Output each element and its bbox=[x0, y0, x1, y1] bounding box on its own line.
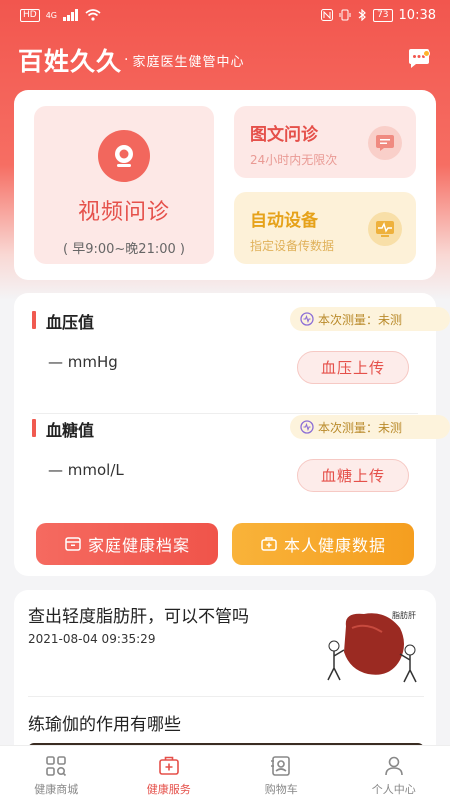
battery-level: 73 bbox=[373, 8, 393, 22]
blood-glucose-value: — mmol/L bbox=[48, 461, 124, 479]
user-icon bbox=[384, 756, 403, 776]
blood-glucose-status: 本次测量：未测 bbox=[318, 420, 403, 435]
tab-cart[interactable]: 购物车 bbox=[225, 746, 338, 800]
monitor-icon bbox=[368, 212, 402, 246]
tab-label: 个人中心 bbox=[371, 783, 416, 796]
pulse-check-icon bbox=[300, 312, 314, 326]
tab-label: 健康服务 bbox=[146, 783, 191, 796]
message-icon bbox=[368, 126, 402, 160]
blood-glucose-label: 血糖值 bbox=[46, 421, 95, 440]
hd-indicator: HD bbox=[20, 8, 40, 22]
blood-glucose-upload-button[interactable]: 血糖上传 bbox=[297, 459, 409, 492]
blood-pressure-value: — mmHg bbox=[48, 353, 118, 371]
app-logo: 百姓久久 bbox=[18, 47, 123, 76]
folder-icon bbox=[65, 537, 81, 551]
app-subtitle: 家庭医生健管中心 bbox=[132, 54, 245, 70]
svg-text:脂肪肝: 脂肪肝 bbox=[392, 610, 416, 620]
services-card: 视频问诊 ( 早9:00~晚21:00 ) 图文问诊 24小时内无限次 自动设备… bbox=[14, 90, 436, 280]
camera-icon bbox=[98, 130, 150, 182]
bottom-tab-bar: 健康商城 健康服务 购物车 个人中心 bbox=[0, 745, 450, 800]
text-consult-tile[interactable]: 图文问诊 24小时内无限次 bbox=[234, 106, 416, 178]
brand-header: 百姓久久 · 家庭医生健管中心 bbox=[18, 40, 438, 80]
personal-health-data-label: 本人健康数据 bbox=[283, 536, 386, 555]
wifi-icon bbox=[85, 9, 101, 21]
video-consult-hours: ( 早9:00~晚21:00 ) bbox=[63, 242, 185, 257]
personal-health-data-button[interactable]: 本人健康数据 bbox=[232, 523, 414, 565]
message-button[interactable] bbox=[406, 46, 432, 72]
family-health-archive-label: 家庭健康档案 bbox=[87, 536, 190, 555]
video-consult-tile[interactable]: 视频问诊 ( 早9:00~晚21:00 ) bbox=[34, 106, 214, 264]
health-metrics-card: 血压值 本次测量：未测 — mmHg 血压上传 血糖值 本次测量：未测 — mm… bbox=[14, 293, 450, 576]
logo-separator: · bbox=[124, 52, 129, 68]
medical-case-icon bbox=[261, 537, 277, 551]
clock: 10:38 bbox=[398, 7, 436, 23]
tab-label: 购物车 bbox=[264, 783, 298, 796]
news-item-date: 2021-08-04 09:35:29 bbox=[28, 632, 156, 646]
network-indicator: 4G bbox=[45, 10, 57, 20]
bluetooth-icon bbox=[358, 9, 366, 21]
signal-icon bbox=[63, 9, 78, 21]
tab-label: 健康商城 bbox=[34, 783, 79, 796]
nfc-icon bbox=[321, 9, 334, 21]
unread-dot bbox=[423, 50, 430, 57]
cart-icon bbox=[271, 756, 291, 776]
tab-health-mall[interactable]: 健康商城 bbox=[0, 746, 113, 800]
blood-pressure-label: 血压值 bbox=[46, 313, 95, 332]
video-consult-title: 视频问诊 bbox=[77, 200, 170, 225]
auto-device-tile[interactable]: 自动设备 指定设备传数据 bbox=[234, 192, 416, 264]
blood-pressure-status: 本次测量：未测 bbox=[318, 312, 403, 327]
news-item-title[interactable]: 查出轻度脂肪肝，可以不管吗 bbox=[28, 602, 249, 627]
medical-kit-icon bbox=[158, 756, 179, 775]
family-health-archive-button[interactable]: 家庭健康档案 bbox=[36, 523, 218, 565]
tab-health-service[interactable]: 健康服务 bbox=[113, 746, 226, 800]
blood-pressure-section: 血压值 本次测量：未测 — mmHg 血压上传 bbox=[14, 305, 450, 414]
section-marker bbox=[32, 311, 36, 329]
blood-pressure-status-badge: 本次测量：未测 bbox=[290, 307, 450, 331]
pulse-check-icon bbox=[300, 420, 314, 434]
blood-glucose-status-badge: 本次测量：未测 bbox=[290, 415, 450, 439]
vibrate-icon bbox=[339, 9, 351, 21]
status-bar: HD 4G 73 10:38 bbox=[0, 0, 450, 30]
news-card: 查出轻度脂肪肝，可以不管吗 2021-08-04 09:35:29 脂肪肝 练瑜… bbox=[14, 590, 436, 770]
mall-icon bbox=[46, 756, 67, 777]
section-marker bbox=[32, 419, 36, 437]
news-divider bbox=[28, 696, 424, 697]
tab-personal-center[interactable]: 个人中心 bbox=[338, 746, 450, 800]
news-item-title[interactable]: 练瑜伽的作用有哪些 bbox=[28, 710, 181, 735]
blood-pressure-upload-button[interactable]: 血压上传 bbox=[297, 351, 409, 384]
blood-glucose-section: 血糖值 本次测量：未测 — mmol/L 血糖上传 bbox=[14, 413, 450, 513]
fatty-liver-illustration: 脂肪肝 bbox=[327, 610, 417, 683]
